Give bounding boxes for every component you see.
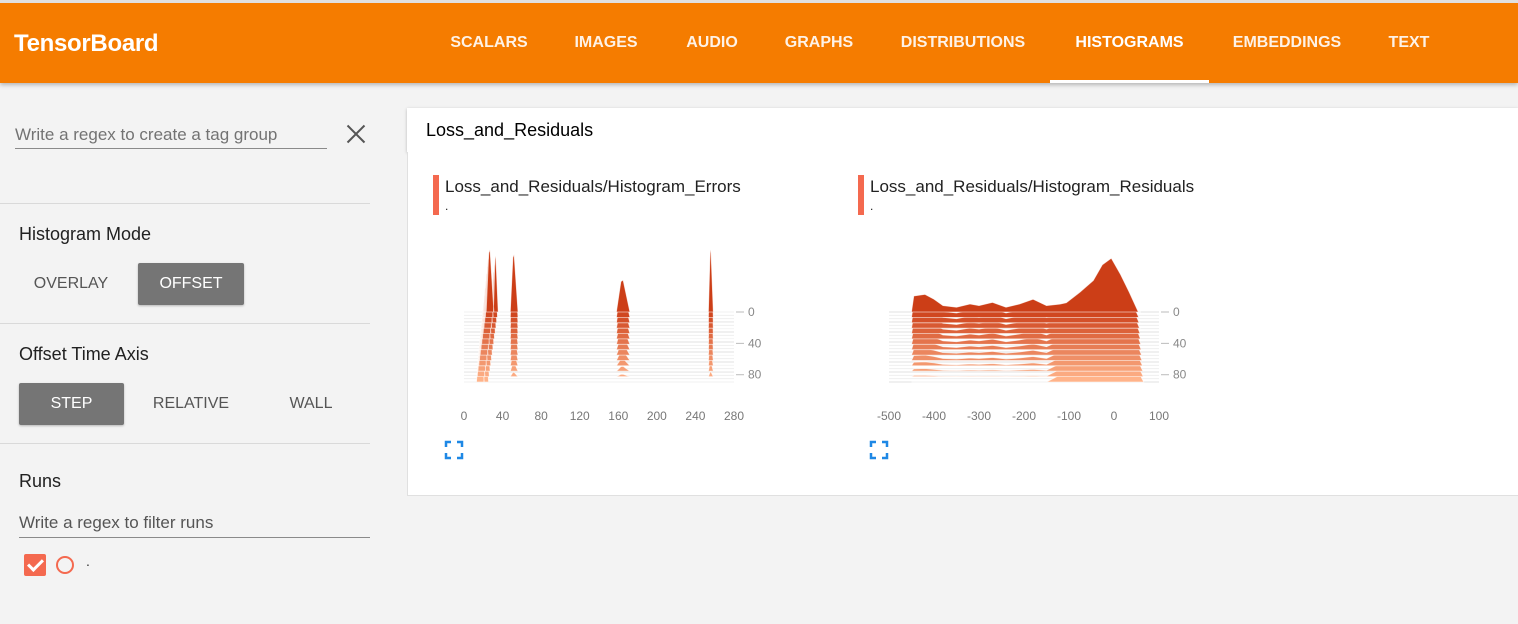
x-tick-label: 0 — [1111, 409, 1118, 423]
wall-button[interactable]: WALL — [258, 383, 364, 425]
y-tick-label: 80 — [1173, 368, 1187, 382]
y-tick-label: 0 — [748, 305, 755, 319]
x-tick-label: -300 — [967, 409, 991, 423]
x-tick-label: 100 — [1149, 409, 1169, 423]
x-tick-label: 120 — [570, 409, 590, 423]
x-tick-label: 160 — [608, 409, 628, 423]
divider — [0, 203, 370, 204]
chart-run-name: . — [445, 199, 449, 213]
offset-time-axis-title: Offset Time Axis — [19, 344, 149, 364]
x-tick-label: -200 — [1012, 409, 1036, 423]
chart-title: Loss_and_Residuals/Histogram_Residuals — [870, 177, 1195, 196]
tab-images[interactable]: IMAGES — [562, 3, 650, 83]
histogram-errors-chart: 0 40 80 0 40 80 120 160 200 240 280 — [461, 249, 762, 423]
tab-text[interactable]: TEXT — [1378, 3, 1440, 83]
histogram-step-area — [911, 257, 1141, 313]
histogram-card-container: Loss_and_Residuals/Histogram_Errors . 0 4… — [407, 152, 1518, 496]
run-radio[interactable] — [56, 556, 74, 574]
overlay-button[interactable]: OVERLAY — [19, 263, 123, 305]
active-tab-indicator — [1050, 80, 1209, 83]
x-tick-label: 0 — [461, 409, 468, 423]
run-checkbox[interactable] — [24, 554, 46, 576]
histogram-step-area — [464, 249, 734, 313]
step-button[interactable]: STEP — [19, 383, 124, 425]
divider — [0, 323, 370, 324]
runs-filter-input[interactable] — [19, 508, 370, 538]
close-icon[interactable] — [345, 123, 367, 145]
histogram-step-area — [464, 271, 734, 329]
tag-group-header[interactable]: Loss_and_Residuals — [407, 108, 1518, 152]
histogram-step-area — [464, 264, 734, 324]
x-tick-label: 80 — [534, 409, 548, 423]
tab-histograms[interactable]: HISTOGRAMS — [1050, 3, 1209, 83]
histogram-mode-title: Histogram Mode — [19, 224, 152, 244]
sidebar: Histogram Mode OVERLAY OFFSET Offset Tim… — [0, 83, 370, 624]
divider — [0, 443, 370, 444]
histogram-errors-card: Loss_and_Residuals/Histogram_Errors . 0 4… — [408, 152, 788, 492]
x-tick-label: 280 — [724, 409, 744, 423]
y-tick-label: 40 — [1173, 336, 1187, 350]
x-tick-label: -400 — [922, 409, 946, 423]
y-tick-label: 40 — [748, 336, 762, 350]
chart-title: Loss_and_Residuals/Histogram_Errors — [445, 177, 741, 196]
histogram-step-area — [464, 256, 734, 318]
x-tick-label: 240 — [685, 409, 705, 423]
offset-button[interactable]: OFFSET — [138, 263, 244, 305]
histogram-residuals-card: Loss_and_Residuals/Histogram_Residuals .… — [833, 152, 1213, 492]
x-tick-label: -500 — [877, 409, 901, 423]
tag-group-regex-input[interactable] — [15, 121, 327, 149]
x-tick-label: -100 — [1057, 409, 1081, 423]
chart-run-name: . — [870, 199, 874, 213]
top-app-bar: TensorBoard SCALARS IMAGES AUDIO GRAPHS … — [0, 0, 1518, 83]
y-tick-label: 80 — [748, 368, 762, 382]
relative-button[interactable]: RELATIVE — [138, 383, 244, 425]
tab-graphs[interactable]: GRAPHS — [772, 3, 866, 83]
run-color-bar — [858, 175, 864, 215]
tab-scalars[interactable]: SCALARS — [438, 3, 540, 83]
run-label: . — [86, 553, 90, 569]
tab-embeddings[interactable]: EMBEDDINGS — [1222, 3, 1352, 83]
tag-group-title: Loss_and_Residuals — [426, 120, 594, 140]
x-tick-label: 40 — [496, 409, 510, 423]
x-tick-label: 200 — [647, 409, 667, 423]
run-color-bar — [433, 175, 439, 215]
expand-icon[interactable] — [444, 440, 464, 460]
expand-icon[interactable] — [869, 440, 889, 460]
y-tick-label: 0 — [1173, 305, 1180, 319]
histogram-residuals-chart: 0 40 80 -500 -400 -300 -200 -100 0 100 — [877, 257, 1187, 423]
runs-title: Runs — [19, 471, 62, 491]
tab-audio[interactable]: AUDIO — [674, 3, 750, 83]
histogram-step-area — [464, 336, 734, 378]
dashboard-tabs: SCALARS IMAGES AUDIO GRAPHS DISTRIBUTION… — [0, 3, 1518, 83]
tab-distributions[interactable]: DISTRIBUTIONS — [888, 3, 1038, 83]
